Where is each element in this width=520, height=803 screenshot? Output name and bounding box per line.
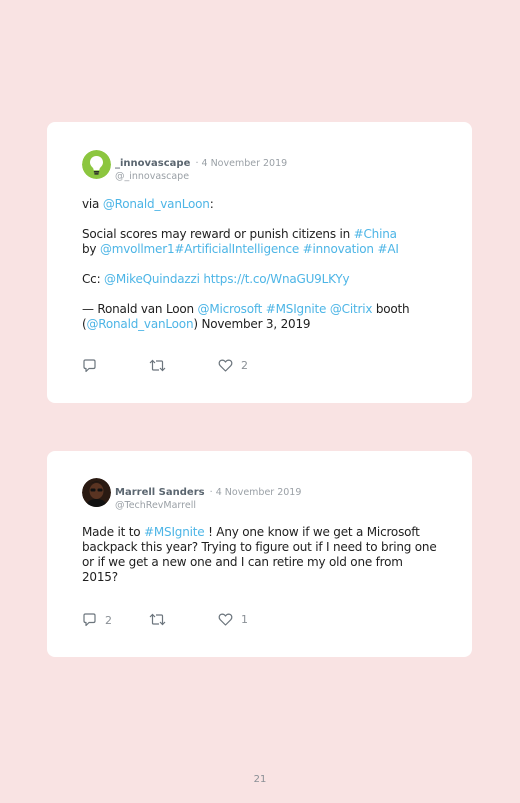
tweet-actions: 2 1 [82, 613, 282, 629]
tweet-header: Marrell Sanders · 4 November 2019 @TechR… [115, 480, 301, 511]
tweet-header: _innovascape · 4 November 2019 @_innovas… [115, 151, 287, 182]
tweet-actions: 2 [82, 359, 282, 375]
like-button[interactable]: 1 [218, 613, 248, 626]
heart-icon [218, 359, 233, 372]
tweet-text: via @Ronald_vanLoon: Social scores may r… [82, 197, 437, 347]
user-avatar[interactable] [82, 478, 111, 507]
reply-icon [83, 359, 96, 373]
tweet-date: · 4 November 2019 [209, 487, 302, 498]
tweet-text: Made it to #MSIgnite ! Any one know if w… [82, 525, 437, 600]
hashtag-link[interactable]: #ArtificialIntelligence [174, 242, 299, 256]
author-name[interactable]: Marrell Sanders [115, 487, 205, 498]
mention-link[interactable]: @Citrix [330, 302, 373, 316]
tweet-card: Marrell Sanders · 4 November 2019 @TechR… [47, 451, 472, 657]
mention-link[interactable]: @Microsoft [198, 302, 263, 316]
text-segment: ) November 3, 2019 [193, 317, 311, 331]
hashtag-link[interactable]: #MSIgnite [144, 525, 205, 539]
author-name[interactable]: _innovascape [115, 158, 190, 169]
retweet-button[interactable] [149, 613, 174, 626]
tweet-card: _innovascape · 4 November 2019 @_innovas… [47, 122, 472, 403]
page-number: 21 [253, 774, 267, 785]
author-handle[interactable]: @TechRevMarrell [115, 500, 301, 511]
text-segment: by [82, 242, 100, 256]
mention-link[interactable]: @Ronald_vanLoon [86, 317, 193, 331]
author-handle[interactable]: @_innovascape [115, 171, 287, 182]
retweet-icon [149, 613, 166, 626]
text-segment: — Ronald van Loon [82, 302, 198, 316]
mention-link[interactable]: @mvollmer1 [100, 242, 175, 256]
url-link[interactable]: https://t.co/WnaGU9LKYy [203, 272, 349, 286]
reply-count: 2 [105, 613, 112, 627]
mention-link[interactable]: @MikeQuindazzi [104, 272, 200, 286]
hashtag-link[interactable]: #innovation [303, 242, 374, 256]
hashtag-link[interactable]: #China [354, 227, 397, 241]
text-segment: Social scores may reward or punish citiz… [82, 227, 354, 241]
tweet-date: · 4 November 2019 [195, 158, 288, 169]
heart-icon [218, 613, 233, 626]
hashtag-link[interactable]: #MSIgnite [266, 302, 327, 316]
reply-button[interactable]: 2 [82, 613, 112, 627]
text-segment: booth [372, 302, 410, 316]
like-count: 2 [241, 359, 248, 372]
text-segment: : [209, 197, 214, 211]
reply-button[interactable] [82, 359, 105, 373]
text-segment: Made it to [82, 525, 145, 539]
lightbulb-avatar-icon[interactable] [82, 150, 111, 179]
reply-icon [83, 613, 96, 627]
like-count: 1 [241, 613, 248, 626]
mention-link[interactable]: @Ronald_vanLoon [103, 197, 210, 211]
like-button[interactable]: 2 [218, 359, 248, 372]
text-segment: Cc: [82, 272, 105, 286]
hashtag-link[interactable]: #AI [377, 242, 398, 256]
retweet-icon [149, 359, 166, 372]
retweet-button[interactable] [149, 359, 174, 372]
text-segment: via [82, 197, 103, 211]
